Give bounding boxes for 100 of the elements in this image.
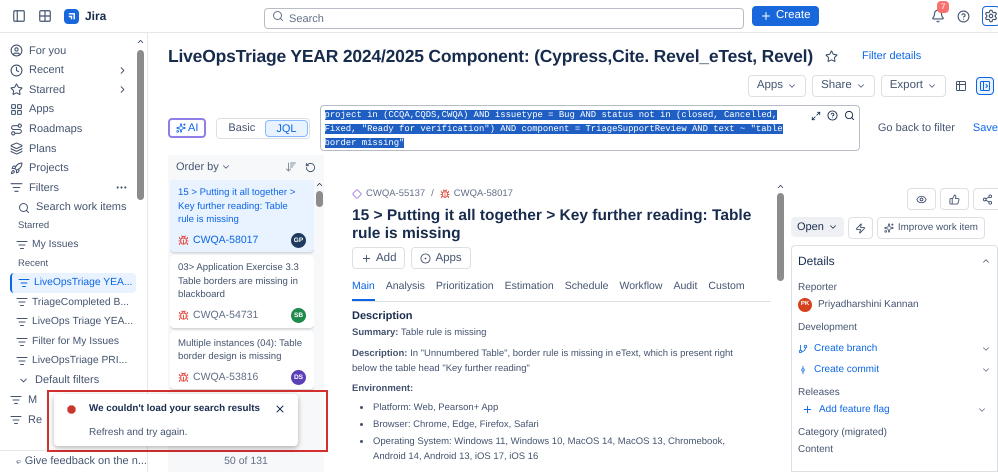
action-link[interactable]: Create commit: [814, 362, 975, 377]
expand-icon[interactable]: [810, 110, 821, 120]
watch-button[interactable]: [907, 188, 936, 210]
nav-item[interactable]: Filters: [10, 178, 136, 198]
scroll-up-icon[interactable]: [136, 37, 145, 46]
tab[interactable]: Analysis: [386, 279, 425, 301]
jql-field[interactable]: project in (CCQA,CQDS,CWQA) AND issuetype = Bug AND status not in (closed, Cancelled, Fixed, "Ready for verification") AND component = TriageSupportReview AND text ~ "table border missing": [320, 105, 860, 151]
like-button[interactable]: [940, 188, 969, 210]
help-icon[interactable]: [826, 110, 838, 121]
dropdown-button[interactable]: Export: [880, 75, 946, 97]
action-link[interactable]: Create branch: [814, 341, 975, 356]
create-button[interactable]: Create: [752, 6, 819, 26]
filter-item[interactable]: LiveOpsTriage PRI...: [10, 351, 136, 371]
toolbar-button[interactable]: Add: [352, 247, 406, 270]
result-count: 50 of 131: [223, 454, 269, 469]
improve-button[interactable]: Improve work item: [876, 217, 985, 239]
tab[interactable]: Schedule: [564, 279, 608, 301]
scroll-up-icon[interactable]: [776, 182, 784, 191]
filter-item[interactable]: LiveOpsTriage YEA...: [10, 272, 136, 293]
plus-icon: [760, 10, 772, 22]
table-icon: [955, 80, 967, 92]
filter-item[interactable]: Filter for My Issues: [10, 332, 136, 352]
list-item: Browser: Chrome, Edge, Firefox, Safari: [373, 418, 539, 432]
filter-item[interactable]: My Issues: [10, 235, 136, 255]
section-heading: Description: [352, 309, 414, 324]
filter-item[interactable]: LiveOps Triage YEA...: [10, 312, 136, 332]
branch-icon: [798, 344, 808, 354]
tab[interactable]: Workflow: [619, 279, 662, 301]
search-icon[interactable]: [844, 110, 855, 121]
card-heading: Details: [798, 253, 836, 270]
star-icon[interactable]: [824, 50, 838, 62]
scrollbar[interactable]: [316, 191, 322, 207]
filter-icon: [16, 239, 28, 252]
scrollbar[interactable]: [137, 50, 144, 200]
order-by-button[interactable]: Order by: [176, 158, 285, 176]
automation-button[interactable]: [848, 217, 873, 239]
bullet-icon: [360, 406, 363, 409]
filter-details-link[interactable]: Filter details: [862, 48, 922, 64]
tab[interactable]: Estimation: [504, 279, 554, 301]
breadcrumb-separator: /: [431, 187, 434, 201]
logo-icon[interactable]: [64, 8, 79, 24]
search-field[interactable]: Search: [264, 8, 744, 29]
bell-icon[interactable]: [931, 9, 945, 23]
error-icon: [66, 404, 77, 415]
go-back-link[interactable]: Go back to filter: [878, 120, 955, 136]
nav-item[interactable]: Apps: [10, 100, 136, 120]
settings-icon[interactable]: [982, 6, 998, 26]
dropdown-button[interactable]: Apps: [748, 75, 806, 97]
share-button[interactable]: [973, 188, 998, 210]
nav-item[interactable]: Starred: [10, 80, 136, 100]
help-icon[interactable]: [957, 10, 970, 22]
section-heading: Environment:: [352, 382, 414, 396]
plus-icon: [361, 252, 372, 264]
product-name[interactable]: Jira: [85, 7, 106, 25]
nav-item[interactable]: Recent: [10, 60, 136, 80]
tree-toggle[interactable]: Default filters: [10, 370, 136, 390]
field-label: Reporter: [798, 281, 838, 295]
toast-message: Refresh and try again.: [89, 426, 188, 440]
status-button[interactable]: Open: [791, 217, 844, 237]
filter-item[interactable]: M: [10, 390, 44, 410]
toolbar-button[interactable]: Apps: [411, 247, 471, 270]
thumbs-up-icon: [949, 194, 960, 204]
field-label: Category (migrated): [798, 426, 888, 440]
refresh-icon[interactable]: [305, 162, 316, 172]
save-link[interactable]: Save: [972, 120, 998, 136]
bug-icon: [178, 372, 189, 383]
tab[interactable]: Main: [352, 279, 375, 301]
tab[interactable]: Prioritization: [436, 279, 494, 301]
filter-item[interactable]: TriageCompleted B...: [10, 292, 136, 312]
nav-item[interactable]: Projects: [10, 158, 136, 178]
filter-item[interactable]: Re: [10, 410, 44, 430]
action-link[interactable]: Add feature flag: [819, 402, 971, 417]
tab[interactable]: Audit: [673, 279, 698, 301]
scrollbar[interactable]: [776, 193, 784, 281]
sidebar-toggle-icon[interactable]: [12, 9, 26, 23]
toast-title: We couldn't load your search results: [89, 402, 261, 416]
app-switcher-icon[interactable]: [38, 9, 52, 23]
nav-item[interactable]: Search work items: [10, 198, 136, 218]
parent-key-link[interactable]: CWQA-55137: [366, 187, 426, 202]
ai-button[interactable]: AI: [168, 118, 206, 138]
sparkle-icon: [884, 223, 894, 233]
filter-icon: [16, 336, 28, 348]
nav-item[interactable]: Plans: [10, 138, 136, 159]
tab[interactable]: Custom: [708, 279, 745, 301]
bug-icon: [440, 189, 450, 200]
feedback-link[interactable]: Give feedback on the n...: [0, 450, 147, 472]
sort-icon[interactable]: [285, 161, 297, 173]
nav-item[interactable]: Roadmaps: [10, 119, 136, 139]
scroll-up-icon[interactable]: [314, 180, 324, 189]
paragraph: Summary: Table rule is missing: [352, 326, 488, 340]
issue-key-link[interactable]: CWQA-58017: [454, 187, 513, 202]
view-toggle[interactable]: [976, 77, 994, 95]
close-icon[interactable]: [274, 403, 286, 416]
mode-tab[interactable]: Basic: [218, 120, 266, 136]
diamond-icon: [352, 189, 362, 200]
mode-tab[interactable]: JQL: [265, 120, 308, 136]
dropdown-button[interactable]: Share: [812, 75, 875, 97]
filter-icon: [16, 355, 28, 368]
field-value: Content: [798, 443, 834, 457]
nav-item[interactable]: For you: [10, 41, 136, 61]
